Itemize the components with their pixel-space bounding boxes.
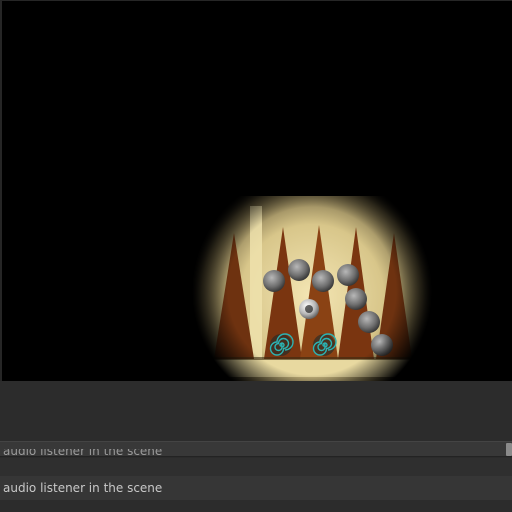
scrollbar-thumb[interactable] — [506, 443, 512, 456]
inspector-panel — [0, 381, 512, 441]
backgammon-scene — [152, 161, 482, 381]
console-log-text: audio listener in the scene — [3, 449, 163, 458]
console-log-message: audio listener in the scene — [3, 481, 163, 495]
console-log-row[interactable] — [0, 458, 512, 476]
console-log-row[interactable] — [0, 500, 512, 512]
game-viewport[interactable] — [0, 0, 512, 381]
